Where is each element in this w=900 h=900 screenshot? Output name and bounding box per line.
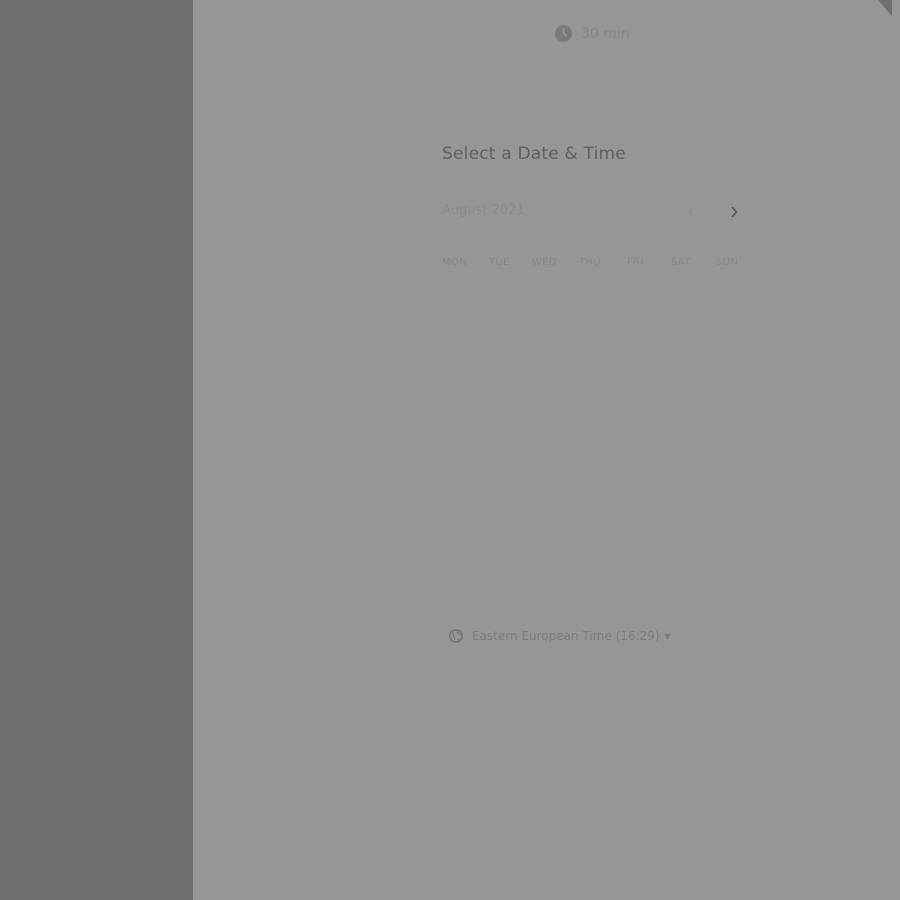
weekday-sat: SAT [671,257,691,268]
calendar-month-header: August 2021 [442,202,742,222]
chevron-left-icon [687,206,694,218]
month-label: August 2021 [442,203,525,218]
weekday-fri: FRI [627,257,644,268]
weekday-thu: THU [579,257,601,268]
weekday-mon: MON [442,257,467,268]
next-month-button[interactable] [725,202,743,222]
page: 30 min Select a Date & Time August 2021 … [0,0,900,900]
previous-month-button[interactable] [682,202,700,222]
timezone-label: Eastern European Time (16:29) [472,629,660,643]
duration-label: 30 min [581,25,630,42]
caret-down-icon: ▼ [664,631,671,641]
weekday-sun: SUN [716,257,739,268]
corner-badge-icon [878,0,892,16]
weekday-tue: TUE [489,257,510,268]
scheduling-panel [193,0,900,900]
globe-icon [449,629,463,643]
weekday-header: MON TUE WED THU FRI SAT SUN [442,257,742,271]
event-duration: 30 min [555,25,630,42]
modal-backdrop[interactable] [0,0,193,900]
timezone-selector[interactable]: Eastern European Time (16:29) ▼ [449,629,671,643]
page-title: Select a Date & Time [442,144,626,164]
weekday-wed: WED [532,257,557,268]
chevron-right-icon [731,206,738,218]
clock-icon [555,25,572,42]
